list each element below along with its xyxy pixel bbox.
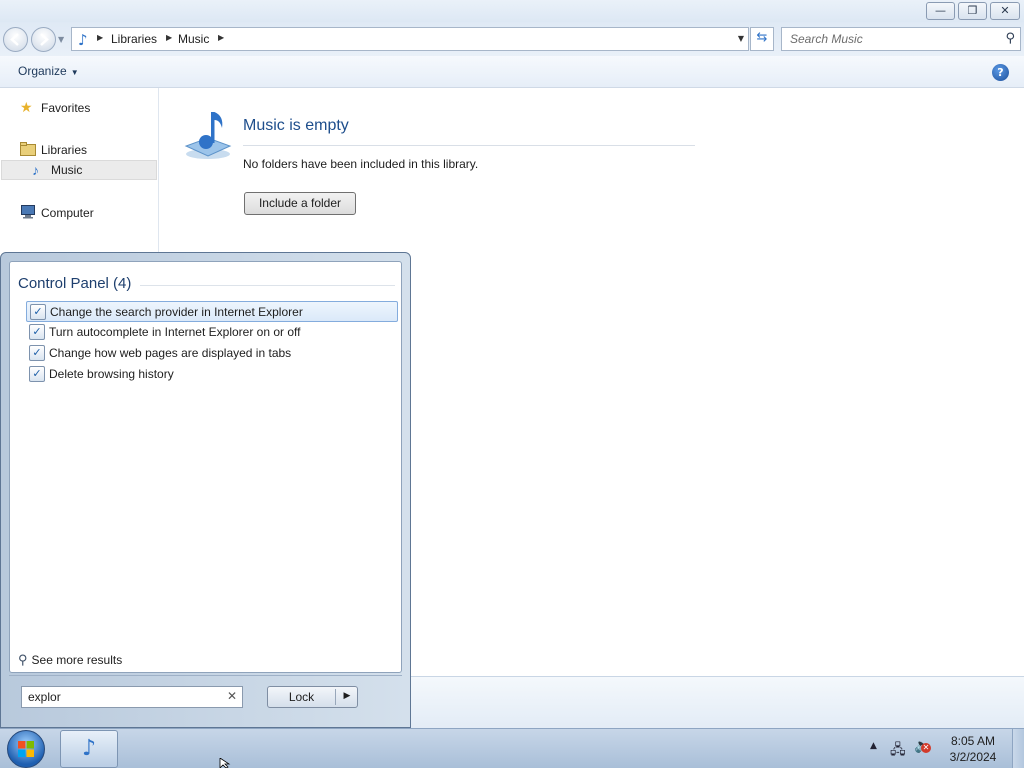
- clear-search-icon[interactable]: ✕: [227, 689, 237, 703]
- mute-badge: ✕: [921, 743, 931, 753]
- minimize-button[interactable]: —: [926, 2, 955, 20]
- see-more-label: See more results: [31, 653, 123, 667]
- address-bar[interactable]: ♪ ▶ Libraries ▶ Music ▶ ▼: [71, 27, 749, 51]
- close-icon: ✕: [1000, 4, 1010, 17]
- restore-icon: ❐: [967, 4, 978, 17]
- result-item[interactable]: ✓ Change how web pages are displayed in …: [26, 343, 398, 364]
- search-icon[interactable]: ⚲: [1005, 31, 1015, 46]
- refresh-icon: ⇆: [756, 30, 768, 45]
- result-item[interactable]: ✓ Turn autocomplete in Internet Explorer…: [26, 322, 398, 343]
- power-options-arrow-icon[interactable]: ▶: [337, 690, 357, 701]
- result-label: Delete browsing history: [49, 367, 174, 381]
- start-search-input[interactable]: [22, 687, 217, 707]
- music-library-large-icon: [182, 106, 238, 162]
- see-more-results-link[interactable]: ⚲ See more results: [18, 652, 122, 668]
- lock-button[interactable]: Lock ▶: [267, 686, 358, 708]
- back-arrow-icon: [10, 33, 19, 46]
- search-icon: ⚲: [18, 652, 28, 667]
- breadcrumb-chevron-icon[interactable]: ▶: [218, 33, 224, 42]
- address-row: ▼ ♪ ▶ Libraries ▶ Music ▶ ▼ ⇆ ⚲: [0, 22, 1024, 56]
- result-label: Change the search provider in Internet E…: [50, 305, 303, 319]
- breadcrumb-libraries[interactable]: Libraries: [111, 32, 157, 46]
- breadcrumb-chevron-icon[interactable]: ▶: [166, 33, 172, 42]
- split-divider: [335, 689, 336, 705]
- result-item[interactable]: ✓ Delete browsing history: [26, 364, 398, 385]
- nav-item-label: Favorites: [41, 101, 91, 115]
- organize-button[interactable]: Organize ▼: [10, 63, 87, 81]
- breadcrumb-music[interactable]: Music: [178, 32, 209, 46]
- clock-date: 3/2/2024: [949, 750, 997, 764]
- control-panel-icon: ✓: [29, 324, 45, 340]
- refresh-button[interactable]: ⇆: [750, 27, 774, 51]
- result-label: Change how web pages are displayed in ta…: [49, 346, 292, 360]
- taskbar-explorer-button[interactable]: ♪: [60, 730, 118, 768]
- music-library-icon: ♪: [78, 31, 88, 49]
- help-button[interactable]: ?: [992, 64, 1009, 81]
- empty-library-description: No folders have been included in this li…: [243, 157, 479, 171]
- search-input[interactable]: [782, 28, 997, 50]
- nav-item-label: Music: [51, 163, 83, 177]
- nav-item-label: Libraries: [41, 143, 88, 157]
- address-dropdown-icon[interactable]: ▼: [738, 34, 744, 43]
- nav-item-label: Computer: [41, 206, 94, 220]
- title-bar: — ❐ ✕: [0, 0, 1024, 22]
- minimize-icon: —: [935, 4, 946, 17]
- control-panel-icon: ✓: [29, 366, 45, 382]
- nav-item-computer[interactable]: Computer: [0, 203, 157, 223]
- music-icon: ♪: [32, 162, 39, 178]
- results-group-title[interactable]: Control Panel (4): [18, 275, 131, 292]
- show-desktop-button[interactable]: [1012, 729, 1024, 768]
- command-bar: Organize ▼ ?: [0, 56, 1024, 88]
- lock-label[interactable]: Lock: [268, 687, 335, 707]
- network-icon[interactable]: 🖧: [890, 739, 906, 763]
- system-clock[interactable]: 8:05 AM 3/2/2024: [940, 733, 1006, 765]
- group-divider: [140, 285, 395, 286]
- volume-muted-icon[interactable]: 🔈✕: [914, 738, 931, 754]
- maximize-button[interactable]: ❐: [958, 2, 987, 20]
- start-menu: Control Panel (4) ✓ Change the search pr…: [0, 252, 411, 728]
- clock-time: 8:05 AM: [950, 734, 996, 748]
- bottom-divider: [9, 675, 402, 676]
- forward-button[interactable]: [31, 27, 56, 52]
- close-button[interactable]: ✕: [990, 2, 1020, 20]
- start-button[interactable]: [7, 730, 45, 768]
- nav-item-music[interactable]: ♪ Music: [1, 160, 157, 180]
- result-item[interactable]: ✓ Change the search provider in Internet…: [26, 301, 398, 322]
- search-results-panel: Control Panel (4) ✓ Change the search pr…: [9, 261, 402, 673]
- search-box[interactable]: ⚲: [781, 27, 1021, 51]
- start-search-box[interactable]: ✕: [21, 686, 243, 708]
- music-library-icon: ♪: [81, 736, 97, 761]
- forward-arrow-icon: [40, 33, 49, 46]
- show-hidden-icons-icon[interactable]: ▲: [870, 741, 877, 751]
- recent-pages-chevron-icon[interactable]: ▼: [58, 35, 64, 44]
- libraries-icon: [20, 142, 36, 159]
- computer-icon: [20, 205, 36, 222]
- breadcrumb-chevron-icon[interactable]: ▶: [97, 33, 103, 42]
- title-divider: [243, 145, 695, 146]
- include-folder-button[interactable]: Include a folder: [244, 192, 356, 215]
- nav-item-libraries[interactable]: Libraries: [0, 140, 157, 160]
- control-panel-icon: ✓: [29, 345, 45, 361]
- back-button[interactable]: [3, 27, 28, 52]
- empty-library-title: Music is empty: [243, 117, 349, 134]
- windows-logo-icon: [18, 741, 34, 757]
- nav-item-favorites[interactable]: ★ Favorites: [0, 98, 157, 118]
- mouse-pointer-icon: [219, 758, 231, 768]
- control-panel-icon: ✓: [30, 304, 46, 320]
- taskbar: ♪ ▲ 🖧 🔈✕ 8:05 AM 3/2/2024: [0, 728, 1024, 768]
- result-label: Turn autocomplete in Internet Explorer o…: [49, 325, 301, 339]
- chevron-down-icon: ▼: [70, 68, 79, 77]
- organize-label: Organize: [18, 64, 67, 78]
- star-icon: ★: [20, 99, 33, 115]
